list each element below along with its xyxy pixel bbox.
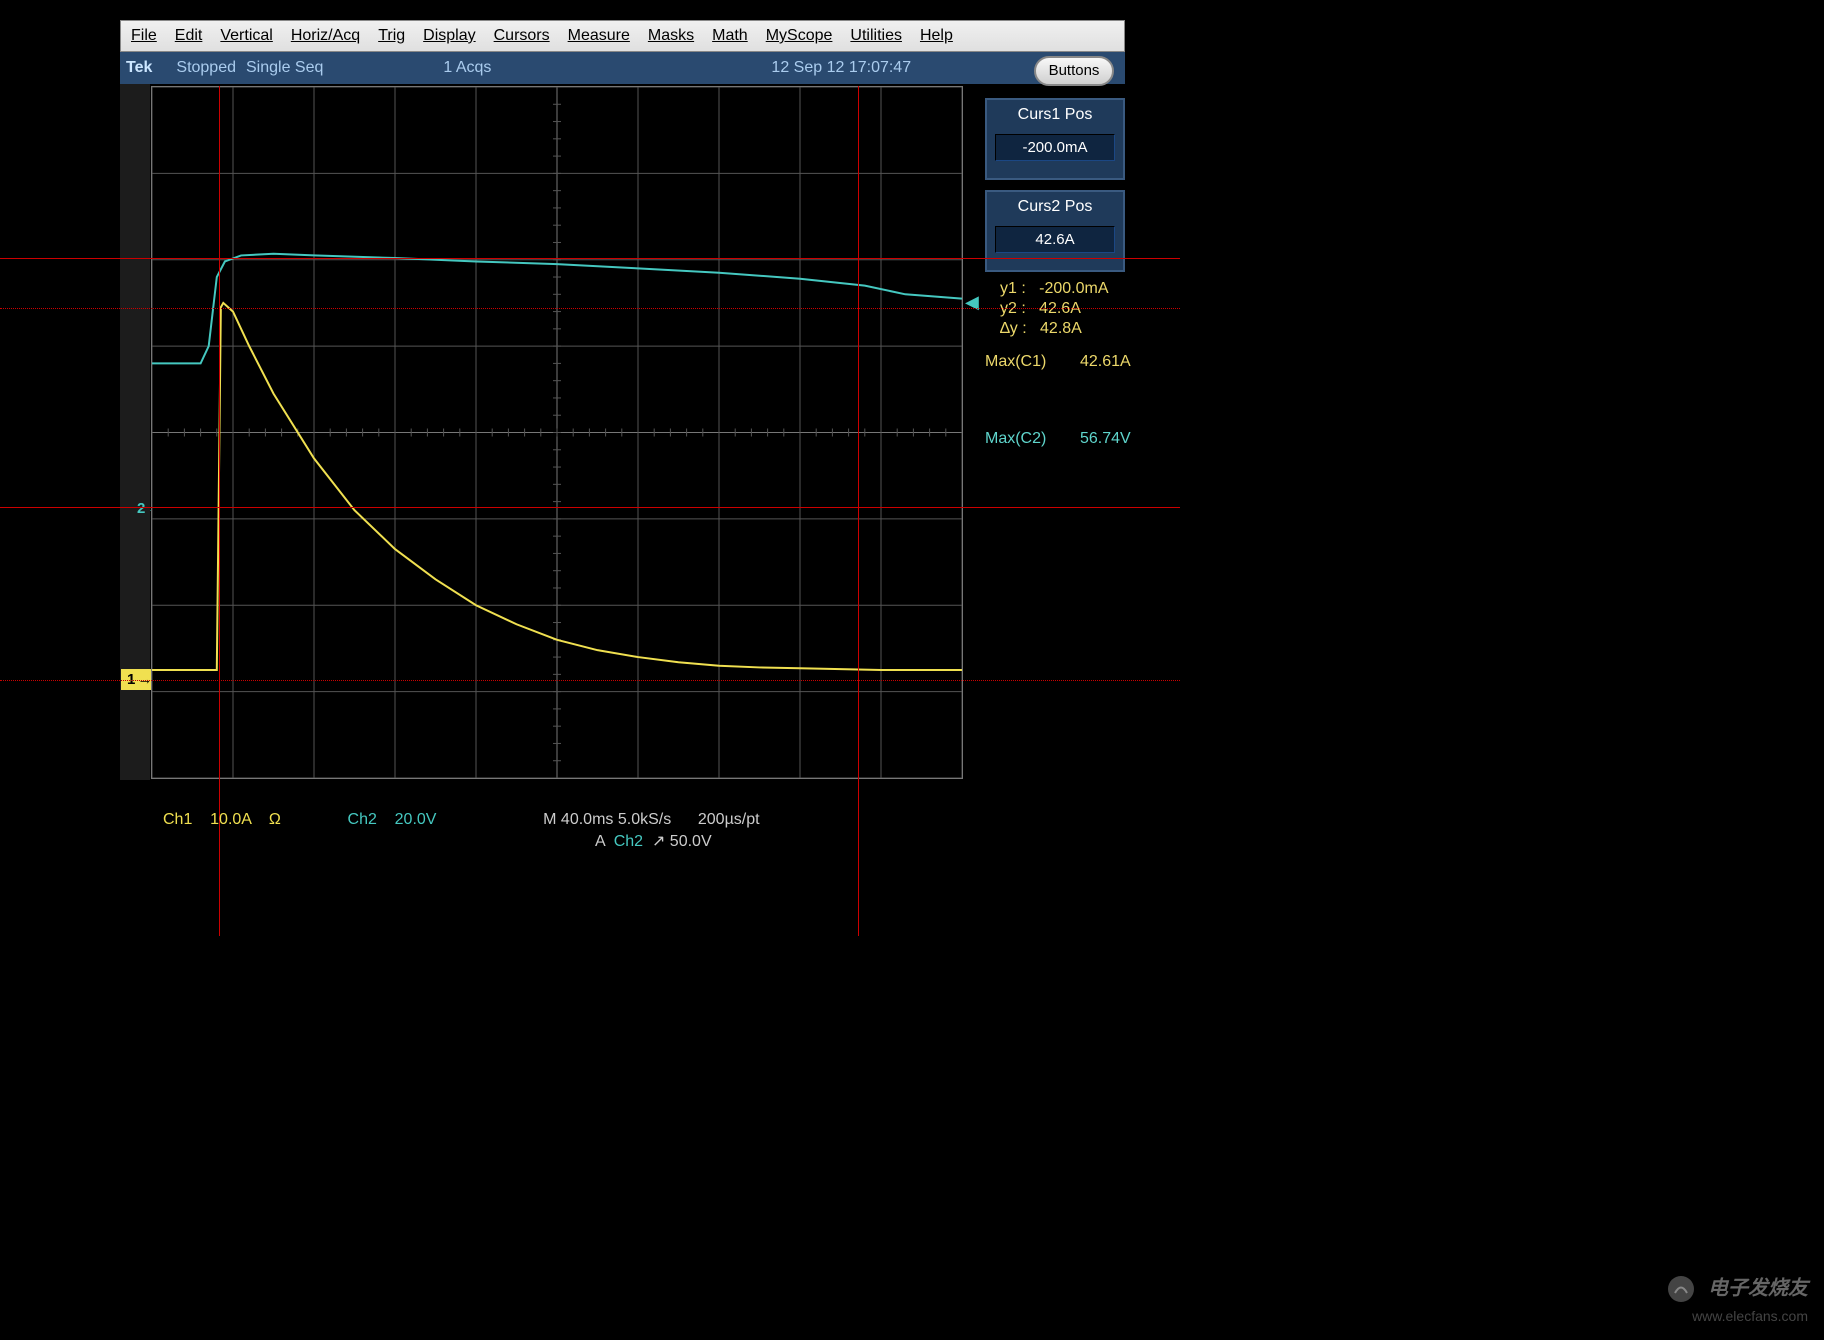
red-guide-v2 — [858, 86, 859, 936]
buttons-button[interactable]: Buttons — [1034, 56, 1114, 86]
cursor-y1: y1 : -200.0mA — [1000, 280, 1109, 298]
ch2-right-marker: ◀ — [965, 292, 979, 313]
cursor1-title: Curs1 Pos — [987, 100, 1123, 130]
datetime-label: 12 Sep 12 17:07:47 — [771, 59, 911, 77]
cursor2-value[interactable]: 42.6A — [995, 226, 1115, 253]
ch1-label: Ch1 — [163, 811, 192, 828]
brand-label: Tek — [126, 59, 152, 77]
meas-max-c1-label: Max(C1) — [985, 353, 1046, 371]
meas-max-c1-value: 42.61A — [1080, 353, 1131, 371]
menu-edit[interactable]: Edit — [175, 27, 203, 45]
ch2-scale: 20.0V — [395, 811, 437, 828]
cursor2-panel: Curs2 Pos 42.6A — [985, 190, 1125, 272]
menu-help[interactable]: Help — [920, 27, 953, 45]
menu-display[interactable]: Display — [423, 27, 475, 45]
watermark-icon — [1666, 1274, 1696, 1304]
menu-cursors[interactable]: Cursors — [494, 27, 550, 45]
ch1-coupling: Ω — [269, 811, 281, 828]
menu-horiz-acq[interactable]: Horiz/Acq — [291, 27, 360, 45]
acq-mode: Single Seq — [246, 59, 323, 77]
menu-vertical[interactable]: Vertical — [220, 27, 272, 45]
menu-bar: File Edit Vertical Horiz/Acq Trig Displa… — [120, 20, 1125, 52]
waveform-display[interactable] — [151, 86, 963, 779]
trigger-source: Ch2 — [614, 833, 643, 850]
red-guide-h2 — [0, 680, 1180, 681]
acq-count: 1 Acqs — [443, 59, 491, 77]
meas-max-c2-value: 56.74V — [1080, 430, 1131, 448]
cursor1-panel: Curs1 Pos -200.0mA — [985, 98, 1125, 180]
cursor2-title: Curs2 Pos — [987, 192, 1123, 222]
meas-max-c2-label: Max(C2) — [985, 430, 1046, 448]
trigger-readout: A Ch2 ↗ 50.0V — [595, 813, 712, 851]
menu-trig[interactable]: Trig — [378, 27, 405, 45]
menu-myscope[interactable]: MyScope — [766, 27, 833, 45]
red-guide-h4 — [0, 507, 1180, 508]
trigger-level: 50.0V — [670, 833, 712, 850]
watermark-brand: 电子发烧友 — [1708, 1277, 1808, 1299]
red-guide-h3 — [0, 258, 1180, 259]
cursor-dy: ∆y : 42.8A — [1000, 320, 1082, 338]
watermark: 电子发烧友 www.elecfans.com — [1666, 1274, 1808, 1326]
menu-measure[interactable]: Measure — [568, 27, 630, 45]
menu-masks[interactable]: Masks — [648, 27, 694, 45]
cursor-y2: y2 : 42.6A — [1000, 300, 1081, 318]
menu-utilities[interactable]: Utilities — [850, 27, 902, 45]
status-bar: Tek Stopped Single Seq 1 Acqs 12 Sep 12 … — [120, 52, 1125, 84]
menu-file[interactable]: File — [131, 27, 157, 45]
red-guide-h1 — [0, 308, 1180, 309]
menu-math[interactable]: Math — [712, 27, 748, 45]
acq-state: Stopped — [176, 59, 236, 77]
cursor1-value[interactable]: -200.0mA — [995, 134, 1115, 161]
trigger-prefix: A — [595, 833, 605, 850]
watermark-url: www.elecfans.com — [1692, 1308, 1808, 1324]
ch2-label: Ch2 — [348, 811, 377, 828]
ch1-scale: 10.0A — [210, 811, 251, 828]
trigger-slope-icon: ↗ — [652, 833, 665, 850]
